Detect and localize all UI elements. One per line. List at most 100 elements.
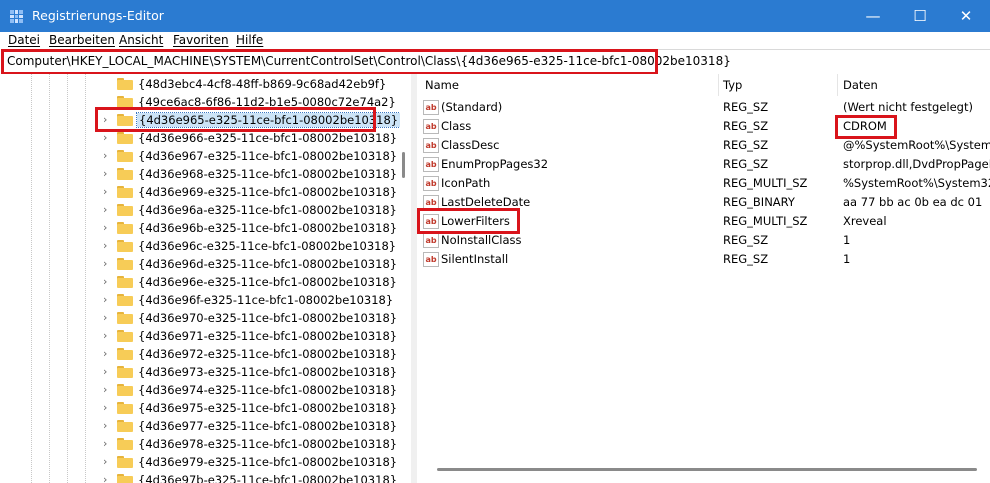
chevron-right-icon[interactable]: › [103,420,113,432]
value-row[interactable]: ab Class REG_SZ CDROM [417,117,990,136]
address-path[interactable]: Computer\HKEY_LOCAL_MACHINE\SYSTEM\Curre… [7,54,731,68]
folder-icon [117,240,133,252]
tree-node-label: {4d36e96b-e325-11ce-bfc1-08002be10318} [138,221,398,235]
chevron-right-icon[interactable]: › [103,312,113,324]
chevron-right-icon[interactable]: › [103,240,113,252]
values-list[interactable]: Name Typ Daten ab (Standard) REG_SZ (Wert n… [417,74,990,483]
tree-scrollbar-thumb[interactable] [402,152,405,178]
chevron-right-icon[interactable]: › [103,438,113,450]
minimize-button[interactable]: — [850,0,896,32]
tree-node[interactable]: › {4d36e972-e325-11ce-bfc1-08002be10318} [0,345,400,363]
column-header-name[interactable]: Name [425,78,459,92]
title-bar: Registrierungs-Editor — ☐ ✕ [0,0,990,32]
tree-node[interactable]: › {4d36e970-e325-11ce-bfc1-08002be10318} [0,309,400,327]
value-row[interactable]: ab EnumPropPages32 REG_SZ storprop.dll,DvdP… [417,155,990,174]
values-horizontal-scrollbar[interactable] [437,468,977,471]
menu-favoriten[interactable]: Favoriten [173,33,229,47]
chevron-right-icon[interactable]: › [103,114,113,126]
chevron-right-icon[interactable]: › [103,330,113,342]
chevron-right-icon[interactable]: › [103,258,113,270]
tree-node-label: {4d36e974-e325-11ce-bfc1-08002be10318} [138,383,398,397]
chevron-right-icon[interactable]: › [103,294,113,306]
tree-node[interactable]: › {4d36e974-e325-11ce-bfc1-08002be10318} [0,381,400,399]
tree-node-label: {49ce6ac8-6f86-11d2-b1e5-0080c72e74a2} [138,95,396,109]
tree-node[interactable]: › {4d36e96d-e325-11ce-bfc1-08002be10318} [0,255,400,273]
value-type: REG_MULTI_SZ [723,214,808,228]
maximize-button[interactable]: ☐ [897,0,943,32]
value-type: REG_SZ [723,157,769,171]
value-row[interactable]: ab ClassDesc REG_SZ @%SystemRoot%\System3 [417,136,990,155]
tree-node-label: {4d36e978-e325-11ce-bfc1-08002be10318} [138,437,398,451]
chevron-right-icon[interactable]: › [103,348,113,360]
menu-ansicht[interactable]: Ansicht [119,33,163,47]
chevron-right-icon[interactable]: › [103,150,113,162]
value-type: REG_SZ [723,233,769,247]
chevron-right-icon[interactable]: › [103,384,113,396]
chevron-right-icon[interactable]: › [103,456,113,468]
value-name: SilentInstall [441,252,509,266]
value-row[interactable]: ab LowerFilters REG_MULTI_SZ Xreveal [417,212,990,231]
menu-hilfe[interactable]: Hilfe [236,33,263,47]
tree-node[interactable]: › {4d36e97b-e325-11ce-bfc1-08002be10318} [0,471,400,483]
string-value-icon: ab [423,195,439,210]
tree-node-label: {4d36e96d-e325-11ce-bfc1-08002be10318} [138,257,398,271]
value-type: REG_SZ [723,252,769,266]
folder-icon [117,330,133,342]
value-name: (Standard) [441,100,503,114]
value-row[interactable]: ab NoInstallClass REG_SZ 1 [417,231,990,250]
chevron-right-icon[interactable]: › [103,402,113,414]
tree-node-label: {4d36e97b-e325-11ce-bfc1-08002be10318} [138,473,398,483]
tree-node[interactable]: › {4d36e96a-e325-11ce-bfc1-08002be10318} [0,201,400,219]
chevron-right-icon[interactable]: › [103,132,113,144]
value-row[interactable]: ab LastDeleteDate REG_BINARY aa 77 bb ac 0b… [417,193,990,212]
tree-scrollbar[interactable] [400,74,411,483]
tree-node[interactable]: › {4d36e971-e325-11ce-bfc1-08002be10318} [0,327,400,345]
chevron-right-icon[interactable]: › [103,276,113,288]
tree-node[interactable]: {49ce6ac8-6f86-11d2-b1e5-0080c72e74a2} [0,93,400,111]
value-row[interactable]: ab (Standard) REG_SZ (Wert nicht festgelegt… [417,98,990,117]
tree-node[interactable]: {48d3ebc4-4cf8-48ff-b869-9c68ad42eb9f} [0,75,400,93]
tree-node[interactable]: › {4d36e96f-e325-11ce-bfc1-08002be10318} [0,291,400,309]
folder-icon [117,132,133,144]
tree-node[interactable]: › {4d36e96c-e325-11ce-bfc1-08002be10318} [0,237,400,255]
value-data: 1 [843,233,851,247]
value-name: LowerFilters [441,214,510,228]
tree-node[interactable]: › {4d36e966-e325-11ce-bfc1-08002be10318} [0,129,400,147]
value-row[interactable]: ab IconPath REG_MULTI_SZ %SystemRoot%\Syste… [417,174,990,193]
column-header-type[interactable]: Typ [723,78,742,92]
tree-node[interactable]: › {4d36e96b-e325-11ce-bfc1-08002be10318} [0,219,400,237]
folder-icon [117,114,133,126]
chevron-right-icon[interactable]: › [103,186,113,198]
column-header-data[interactable]: Daten [843,78,878,92]
tree-node-label: {4d36e971-e325-11ce-bfc1-08002be10318} [138,329,398,343]
tree-node[interactable]: › {4d36e979-e325-11ce-bfc1-08002be10318} [0,453,400,471]
menu-datei[interactable]: Datei [8,33,40,47]
folder-icon [117,276,133,288]
tree-node[interactable]: › {4d36e96e-e325-11ce-bfc1-08002be10318} [0,273,400,291]
tree-node-label: {4d36e96f-e325-11ce-bfc1-08002be10318} [138,293,394,307]
chevron-right-icon[interactable]: › [103,366,113,378]
address-bar[interactable]: Computer\HKEY_LOCAL_MACHINE\SYSTEM\Curre… [1,49,990,75]
tree-node-label: {4d36e970-e325-11ce-bfc1-08002be10318} [138,311,398,325]
tree-node[interactable]: › {4d36e973-e325-11ce-bfc1-08002be10318} [0,363,400,381]
chevron-right-icon[interactable]: › [103,474,113,483]
chevron-right-icon[interactable]: › [103,204,113,216]
menu-bearbeiten[interactable]: Bearbeiten [49,33,115,47]
key-tree[interactable]: {48d3ebc4-4cf8-48ff-b869-9c68ad42eb9f} {4… [0,74,411,483]
tree-node[interactable]: › {4d36e965-e325-11ce-bfc1-08002be10318} [0,111,402,129]
chevron-right-icon[interactable]: › [103,168,113,180]
folder-icon [117,312,133,324]
tree-node[interactable]: › {4d36e977-e325-11ce-bfc1-08002be10318} [0,417,400,435]
folder-icon [117,456,133,468]
tree-node[interactable]: › {4d36e967-e325-11ce-bfc1-08002be10318} [0,147,400,165]
folder-icon [117,222,133,234]
chevron-right-icon[interactable]: › [103,222,113,234]
tree-node[interactable]: › {4d36e975-e325-11ce-bfc1-08002be10318} [0,399,400,417]
string-value-icon: ab [423,100,439,115]
tree-node[interactable]: › {4d36e969-e325-11ce-bfc1-08002be10318} [0,183,400,201]
value-row[interactable]: ab SilentInstall REG_SZ 1 [417,250,990,269]
tree-node[interactable]: › {4d36e978-e325-11ce-bfc1-08002be10318} [0,435,400,453]
close-button[interactable]: ✕ [943,0,989,32]
tree-node[interactable]: › {4d36e968-e325-11ce-bfc1-08002be10318} [0,165,400,183]
value-type: REG_SZ [723,138,769,152]
